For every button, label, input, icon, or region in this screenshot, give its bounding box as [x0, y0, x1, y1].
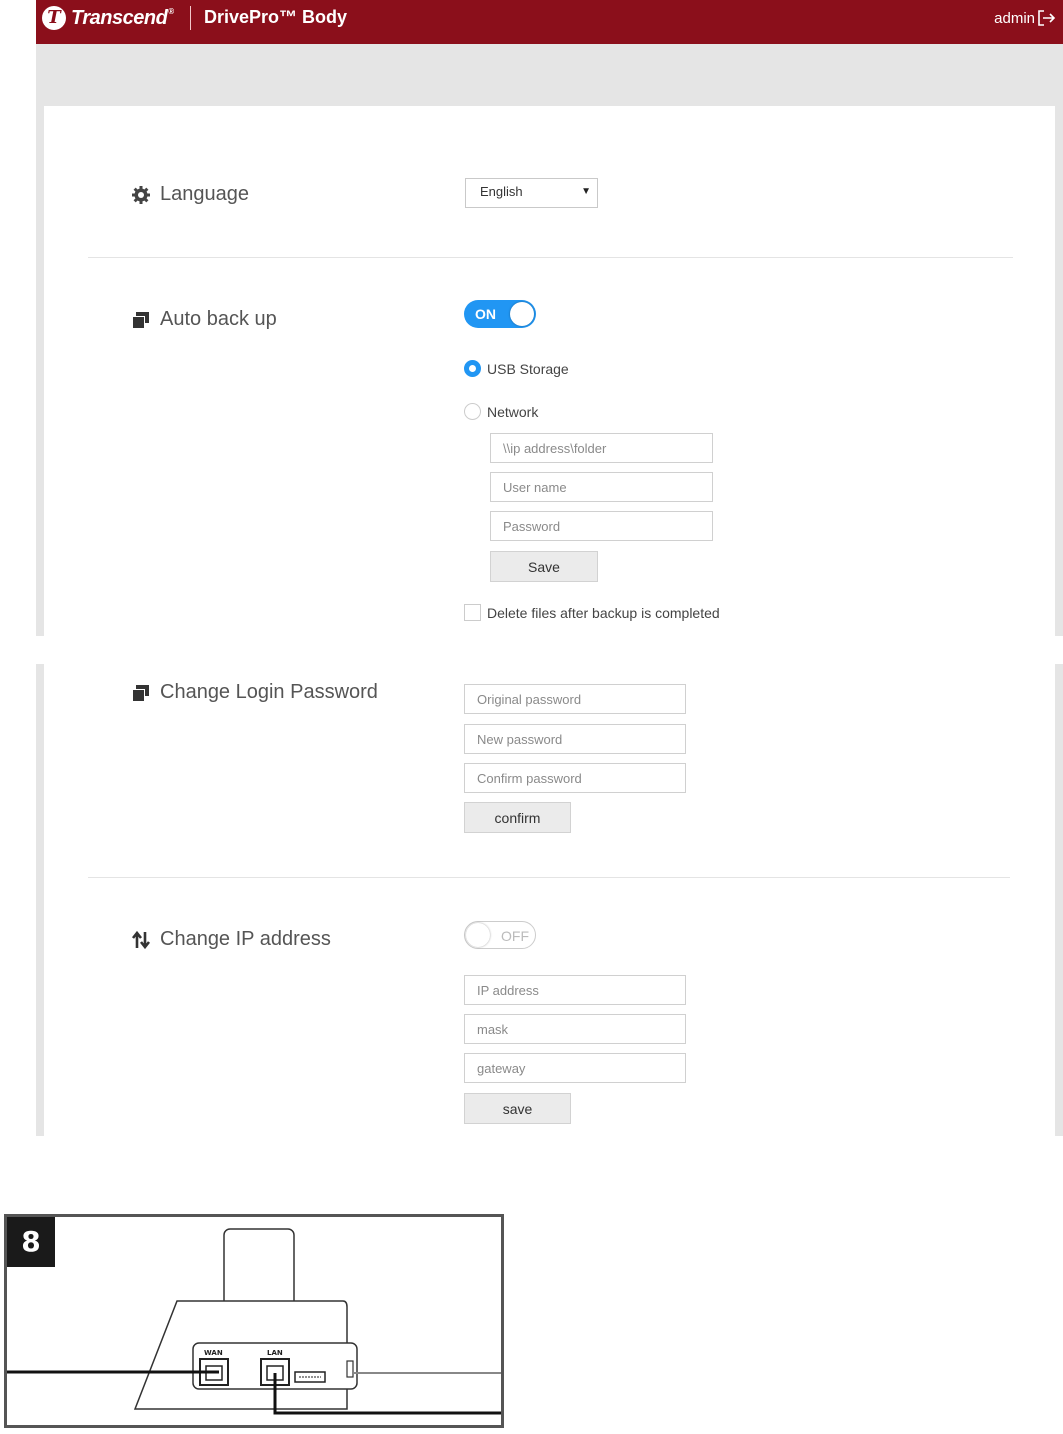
auto-backup-toggle[interactable]: ON [464, 300, 536, 328]
section-divider [88, 257, 1013, 258]
confirm-password-input[interactable] [464, 763, 686, 793]
language-heading: Language [131, 183, 249, 206]
confirm-password-button[interactable]: confirm [464, 802, 571, 833]
page-header-band [36, 44, 1063, 106]
language-select[interactable]: English ▼ [465, 178, 598, 208]
radio-checked-icon[interactable] [464, 360, 481, 377]
radio-unchecked-icon[interactable] [464, 403, 481, 420]
connection-diagram: 8 WAN LAN [4, 1214, 504, 1428]
delete-after-backup-label: Delete files after backup is completed [487, 604, 720, 621]
network-label: Network [487, 403, 539, 420]
ip-address-label: Change IP address [160, 928, 331, 950]
login-password-label: Change Login Password [160, 681, 378, 703]
top-bar: T Transcend® DrivePro™ Body admin [36, 0, 1063, 44]
header-divider [190, 6, 191, 30]
product-title: DrivePro™ Body [204, 7, 348, 27]
original-password-input[interactable] [464, 684, 686, 714]
gateway-input[interactable] [464, 1053, 686, 1083]
section-divider [88, 877, 1010, 878]
logout-icon[interactable] [1037, 9, 1057, 27]
usb-storage-option[interactable]: USB Storage [464, 360, 569, 377]
registered-mark-icon: ® [168, 6, 174, 16]
network-password-input[interactable] [490, 511, 713, 541]
usb-storage-label: USB Storage [487, 360, 569, 377]
device-top-block [223, 1228, 295, 1312]
wan-label: WAN [204, 1349, 223, 1357]
left-edge-top [36, 106, 44, 636]
language-selected-value: English [480, 184, 523, 199]
swap-arrows-icon [131, 930, 151, 950]
password-icon [131, 683, 151, 703]
network-option[interactable]: Network [464, 403, 538, 420]
backup-icon [131, 310, 151, 330]
right-edge-top [1055, 106, 1063, 636]
auto-backup-label: Auto back up [160, 308, 277, 330]
auto-backup-heading: Auto back up [131, 308, 277, 331]
right-edge-bottom [1055, 664, 1063, 1136]
brand-logo: T Transcend® [42, 5, 174, 31]
toggle-knob [466, 923, 490, 947]
network-path-input[interactable] [490, 433, 713, 463]
delete-after-backup-option[interactable]: Delete files after backup is completed [464, 604, 720, 621]
username: admin [994, 9, 1035, 27]
toggle-knob [510, 302, 534, 326]
checkbox[interactable] [464, 604, 481, 621]
brand-name: Transcend [71, 6, 168, 29]
toggle-state-text: OFF [501, 928, 529, 944]
ip-address-heading: Change IP address [131, 928, 331, 951]
left-edge-bottom [36, 664, 44, 1136]
login-password-heading: Change Login Password [131, 681, 378, 704]
lan-label: LAN [267, 1349, 283, 1357]
router-illustration: WAN LAN [7, 1228, 501, 1415]
language-label: Language [160, 183, 249, 205]
network-username-input[interactable] [490, 472, 713, 502]
dropdown-caret-icon: ▼ [581, 186, 591, 197]
ip-save-button[interactable]: save [464, 1093, 571, 1124]
toggle-state-text: ON [475, 306, 496, 322]
new-password-input[interactable] [464, 724, 686, 754]
ip-address-input[interactable] [464, 975, 686, 1005]
network-save-button[interactable]: Save [490, 551, 598, 582]
account-menu[interactable]: admin [994, 9, 1057, 27]
transcend-logo-icon: T [42, 6, 66, 30]
mask-input[interactable] [464, 1014, 686, 1044]
ip-address-toggle[interactable]: OFF [464, 921, 536, 949]
gear-icon [131, 185, 151, 205]
